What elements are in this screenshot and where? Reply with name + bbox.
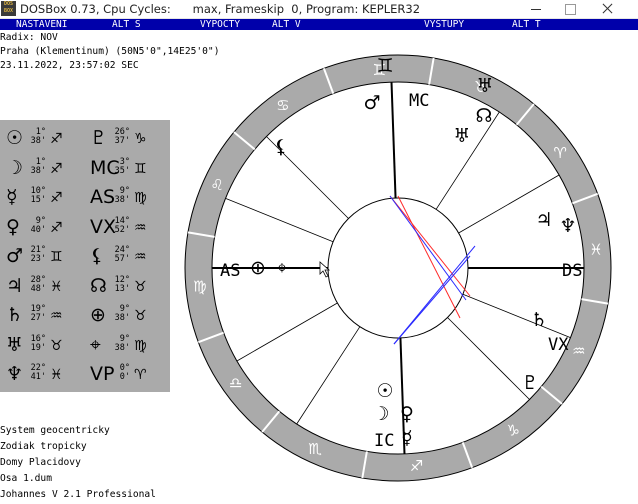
- node-icon: ☊: [476, 105, 493, 127]
- lilith-icon: ⚸: [274, 136, 288, 158]
- midheaven-label: MC: [409, 91, 429, 111]
- zodiac-sign-icon: ♌: [210, 176, 223, 194]
- neptune-icon: ♆: [559, 215, 576, 237]
- descendant-label: DS: [562, 261, 582, 281]
- mercury-icon: ☿: [401, 427, 413, 449]
- zodiac-sign-icon: ♏: [308, 440, 322, 458]
- vertex-label: VX: [548, 335, 569, 355]
- uranus-top-icon: ♅: [476, 75, 493, 97]
- pluto-icon: ♇: [521, 372, 538, 394]
- taurus-uranus-sign-icon: ♊: [376, 55, 393, 77]
- mars-icon: ♂: [363, 92, 380, 114]
- venus-icon: ♀: [400, 403, 414, 425]
- zodiac-sign-icon: ♍: [193, 278, 206, 296]
- ascendant-label: AS: [220, 261, 240, 281]
- fortune-icon: ⊕: [250, 257, 266, 279]
- zodiac-sign-icon: ♒: [572, 342, 585, 360]
- horoscope-wheel: ♈♉♊♋♌♍♎♏♐♑♒♓ AS DS MC IC VX ⊕ ⌖ ♊ ♂ ♅ ☊ …: [184, 54, 612, 482]
- zodiac-sign-icon: ♐: [410, 457, 423, 475]
- moon-icon: ☽: [372, 403, 389, 425]
- zodiac-sign-icon: ♈: [554, 144, 567, 162]
- imum-coeli-label: IC: [374, 431, 394, 451]
- zodiac-sign-icon: ♓: [589, 240, 602, 258]
- sun-icon: ☉: [376, 380, 393, 402]
- zodiac-sign-icon: ♋: [276, 97, 289, 115]
- jupiter-icon: ♃: [535, 209, 552, 231]
- antivertex-icon: ⌖: [277, 257, 288, 279]
- saturn-icon: ♄: [530, 309, 547, 331]
- uranus-icon: ♅: [453, 125, 470, 147]
- zodiac-sign-icon: ♎: [229, 374, 242, 392]
- zodiac-sign-icon: ♑: [506, 421, 519, 439]
